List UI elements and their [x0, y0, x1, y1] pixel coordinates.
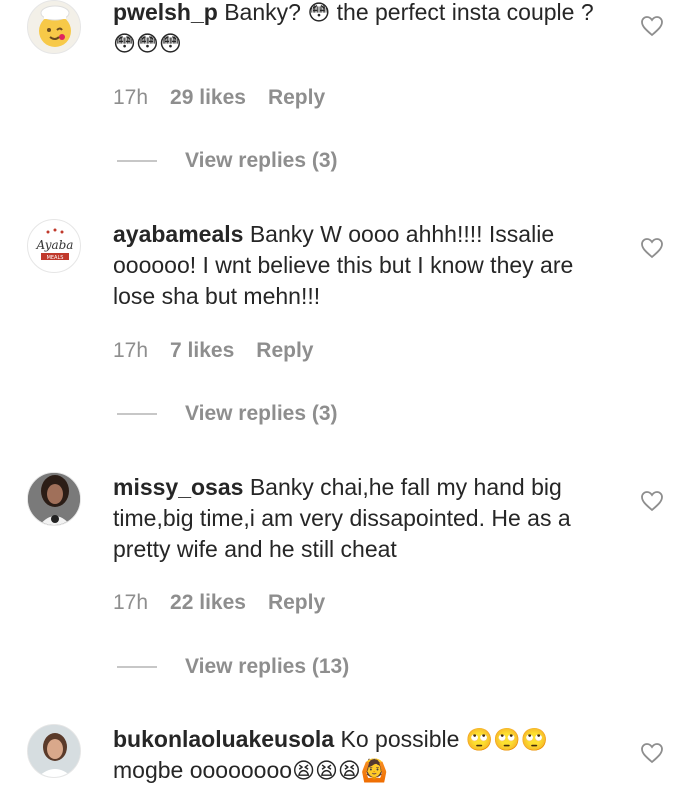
comment-time: 17h: [113, 86, 149, 109]
avatar[interactable]: [27, 724, 81, 778]
profile-photo-icon: [28, 725, 80, 777]
ayaba-meals-logo-icon: Ayaba MEALS: [31, 223, 79, 271]
comment-text: pwelsh_p Banky? 😳 the perfect insta coup…: [113, 0, 613, 59]
view-replies-label: View replies (3): [185, 402, 338, 425]
comment-likes[interactable]: 7 likes: [170, 339, 234, 363]
comment-username[interactable]: missy_osas: [113, 474, 243, 500]
comment-likes[interactable]: 22 likes: [170, 591, 246, 615]
comment-username[interactable]: ayabameals: [113, 221, 243, 247]
like-heart-icon[interactable]: [640, 742, 664, 764]
comment-time: 17h: [113, 339, 149, 362]
comment-body: Ko possible: [340, 726, 466, 752]
view-replies-button[interactable]: View replies (3): [117, 149, 338, 173]
view-replies-label: View replies (3): [185, 149, 338, 172]
comment-meta: 17h 22 likes Reply: [113, 591, 325, 615]
avatar[interactable]: [27, 0, 81, 54]
replies-divider: [117, 413, 157, 415]
weary-emoji: 😫😫😫🙆: [292, 758, 389, 783]
profile-photo-icon: [28, 473, 80, 525]
comment-meta: 17h 29 likes Reply: [113, 86, 325, 110]
comment-body: mogbe oooooooo: [113, 757, 293, 783]
avatar[interactable]: Ayaba MEALS: [27, 219, 81, 273]
comment-likes[interactable]: 29 likes: [170, 86, 246, 110]
comment-username[interactable]: bukonlaoluakeusola: [113, 726, 334, 752]
svg-text:Ayaba: Ayaba: [36, 238, 74, 252]
view-replies-button[interactable]: View replies (3): [117, 402, 338, 426]
reply-button[interactable]: Reply: [268, 86, 325, 110]
view-replies-label: View replies (13): [185, 655, 350, 678]
replies-divider: [117, 666, 157, 668]
comment-text: missy_osas Banky chai,he fall my hand bi…: [113, 472, 613, 565]
comment-username[interactable]: pwelsh_p: [113, 0, 218, 25]
view-replies-button[interactable]: View replies (13): [117, 655, 349, 679]
reply-button[interactable]: Reply: [256, 339, 313, 363]
comment-meta: 17h 7 likes Reply: [113, 339, 313, 363]
like-heart-icon[interactable]: [640, 490, 664, 512]
comment-text: ayabameals Banky W oooo ahhh!!!! Issalie…: [113, 219, 613, 312]
reply-button[interactable]: Reply: [268, 591, 325, 615]
eye-roll-emoji: 🙄🙄🙄: [465, 727, 548, 752]
avatar[interactable]: [27, 472, 81, 526]
comment-body: the perfect insta couple ?: [330, 0, 594, 25]
flushed-emoji: 😳: [307, 0, 331, 25]
like-heart-icon[interactable]: [640, 15, 664, 37]
comment-body: Banky?: [224, 0, 308, 25]
replies-divider: [117, 160, 157, 162]
like-heart-icon[interactable]: [640, 237, 664, 259]
chef-emoji-avatar-icon: [39, 5, 71, 47]
comment-time: 17h: [113, 591, 149, 614]
svg-text:MEALS: MEALS: [47, 255, 64, 261]
flushed-emoji: 😳😳😳: [113, 31, 182, 56]
